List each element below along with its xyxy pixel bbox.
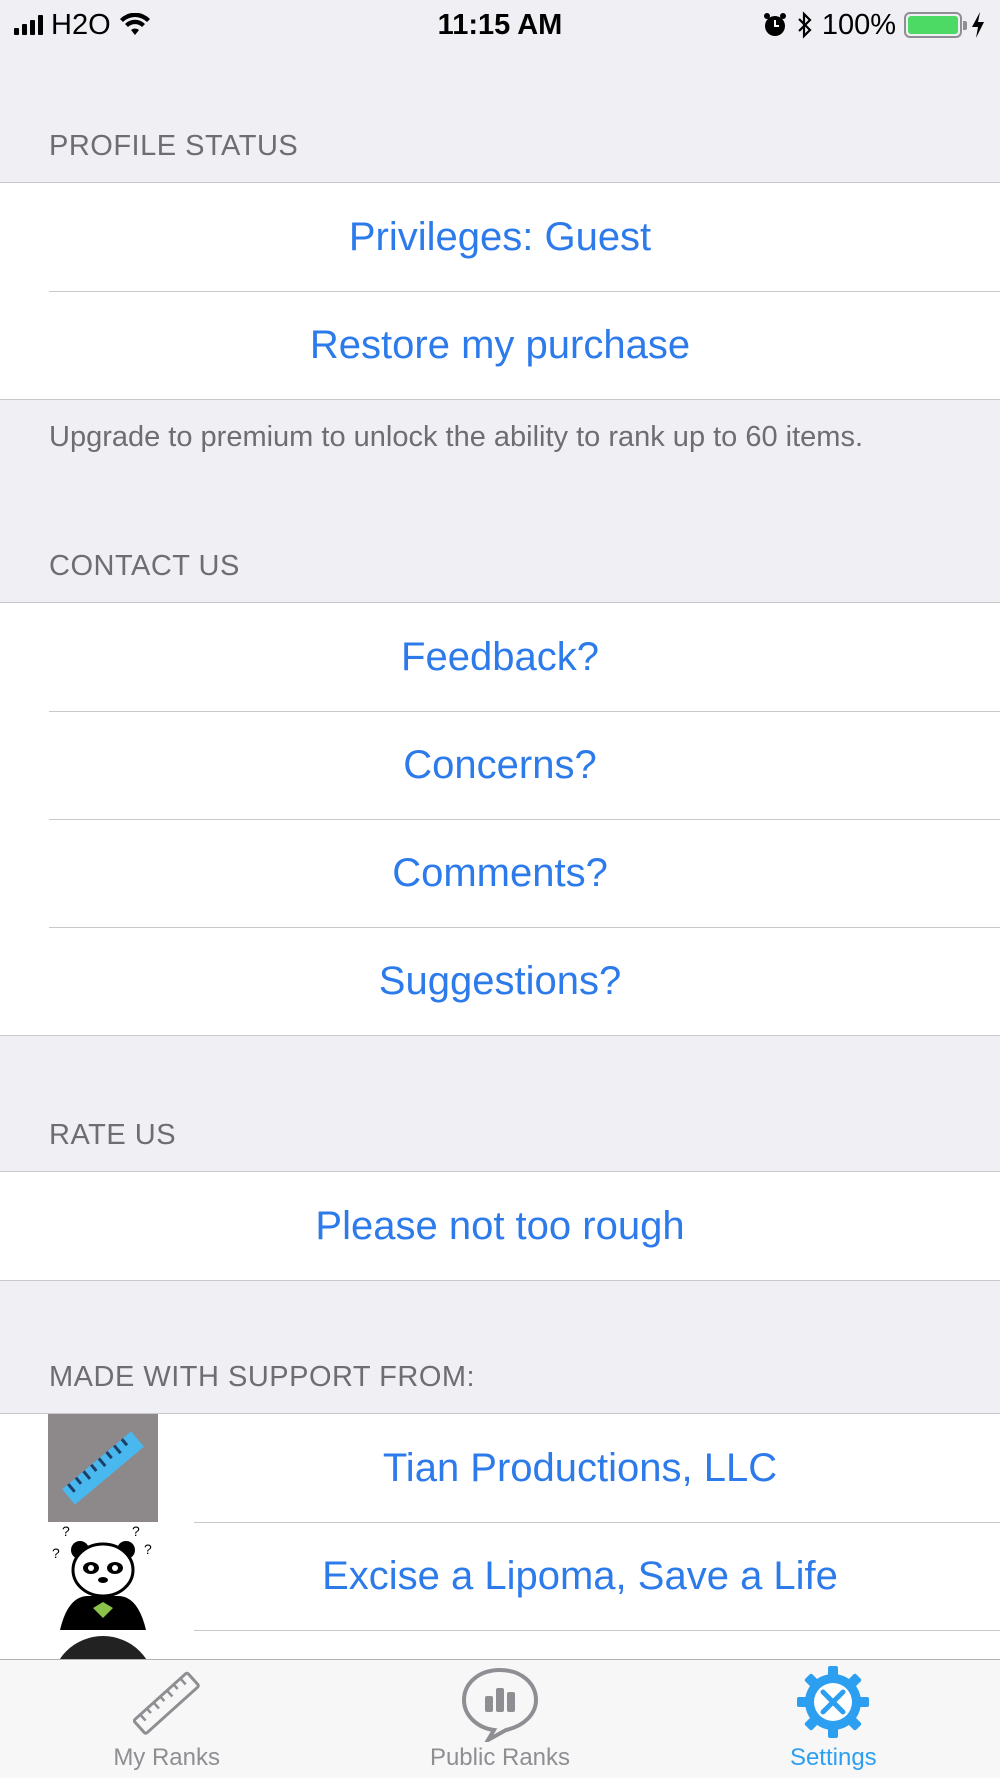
signal-icon xyxy=(14,15,43,35)
panda-logo-icon: ? ? ? ? xyxy=(52,1523,152,1630)
svg-text:?: ? xyxy=(144,1541,152,1557)
chart-bubble-icon xyxy=(461,1667,538,1742)
suggestions-button[interactable]: Suggestions? xyxy=(0,927,1000,1035)
bluetooth-icon xyxy=(798,11,812,39)
tab-settings-label: Settings xyxy=(789,1744,877,1771)
comments-button[interactable]: Comments? xyxy=(0,819,1000,927)
support-label-tian: Tian Productions, LLC xyxy=(382,1445,778,1490)
rate-us-header: RATE US xyxy=(49,1119,177,1151)
ruler-logo-icon xyxy=(62,1431,144,1505)
feedback-button[interactable]: Feedback? xyxy=(0,603,1000,711)
battery-icon xyxy=(904,12,967,38)
status-bar: H2O 11:15 AM 100% xyxy=(0,0,1000,50)
tab-my-ranks[interactable]: My Ranks xyxy=(0,1659,333,1778)
battery-percent: 100% xyxy=(821,8,896,41)
charging-icon xyxy=(972,12,984,38)
profile-status-header: PROFILE STATUS xyxy=(49,130,299,162)
concerns-button[interactable]: Concerns? xyxy=(0,711,1000,819)
rate-app-button[interactable]: Please not too rough xyxy=(0,1172,1000,1280)
support-row-tian[interactable]: Tian Productions, LLC xyxy=(0,1414,1000,1522)
support-row-lipoma[interactable]: ? ? ? ? Excise a Lipoma, Save a Life xyxy=(0,1522,1000,1630)
lipoma-logo: ? ? ? ? xyxy=(48,1522,158,1630)
status-right: 100% xyxy=(762,9,986,42)
restore-purchase-button[interactable]: Restore my purchase xyxy=(0,291,1000,399)
status-left: H2O xyxy=(14,9,151,42)
tab-bar: My Ranks Public Ranks Settings xyxy=(0,1659,1000,1778)
tab-my-ranks-label: My Ranks xyxy=(113,1744,220,1771)
ruler-icon xyxy=(132,1671,200,1735)
rate-us-group: Please not too rough xyxy=(0,1171,1000,1281)
carrier-label: H2O xyxy=(51,8,111,41)
privileges-button[interactable]: Privileges: Guest xyxy=(0,183,1000,291)
alarm-icon xyxy=(763,13,786,36)
support-row-third[interactable] xyxy=(0,1630,1000,1659)
tab-public-ranks-label: Public Ranks xyxy=(429,1744,571,1771)
tab-public-ranks[interactable]: Public Ranks xyxy=(333,1659,666,1778)
support-group: Tian Productions, LLC ? ? ? ? Excise a L… xyxy=(0,1413,1000,1659)
dark-circle-logo-icon xyxy=(59,1636,147,1659)
contact-us-group: Feedback? Concerns? Comments? Suggestion… xyxy=(0,602,1000,1036)
svg-text:?: ? xyxy=(132,1523,140,1539)
third-logo xyxy=(48,1630,158,1659)
gear-tools-icon xyxy=(797,1666,870,1738)
contact-us-header: CONTACT US xyxy=(49,550,240,582)
svg-text:?: ? xyxy=(62,1523,70,1539)
support-header: MADE WITH SUPPORT FROM: xyxy=(49,1361,476,1393)
support-label-lipoma: Excise a Lipoma, Save a Life xyxy=(322,1553,838,1598)
tab-settings[interactable]: Settings xyxy=(667,1659,1000,1778)
tian-logo xyxy=(48,1414,158,1522)
wifi-icon xyxy=(119,13,150,35)
svg-text:?: ? xyxy=(52,1545,60,1561)
profile-status-footer: Upgrade to premium to unlock the ability… xyxy=(49,421,864,453)
profile-status-group: Privileges: Guest Restore my purchase xyxy=(0,182,1000,400)
